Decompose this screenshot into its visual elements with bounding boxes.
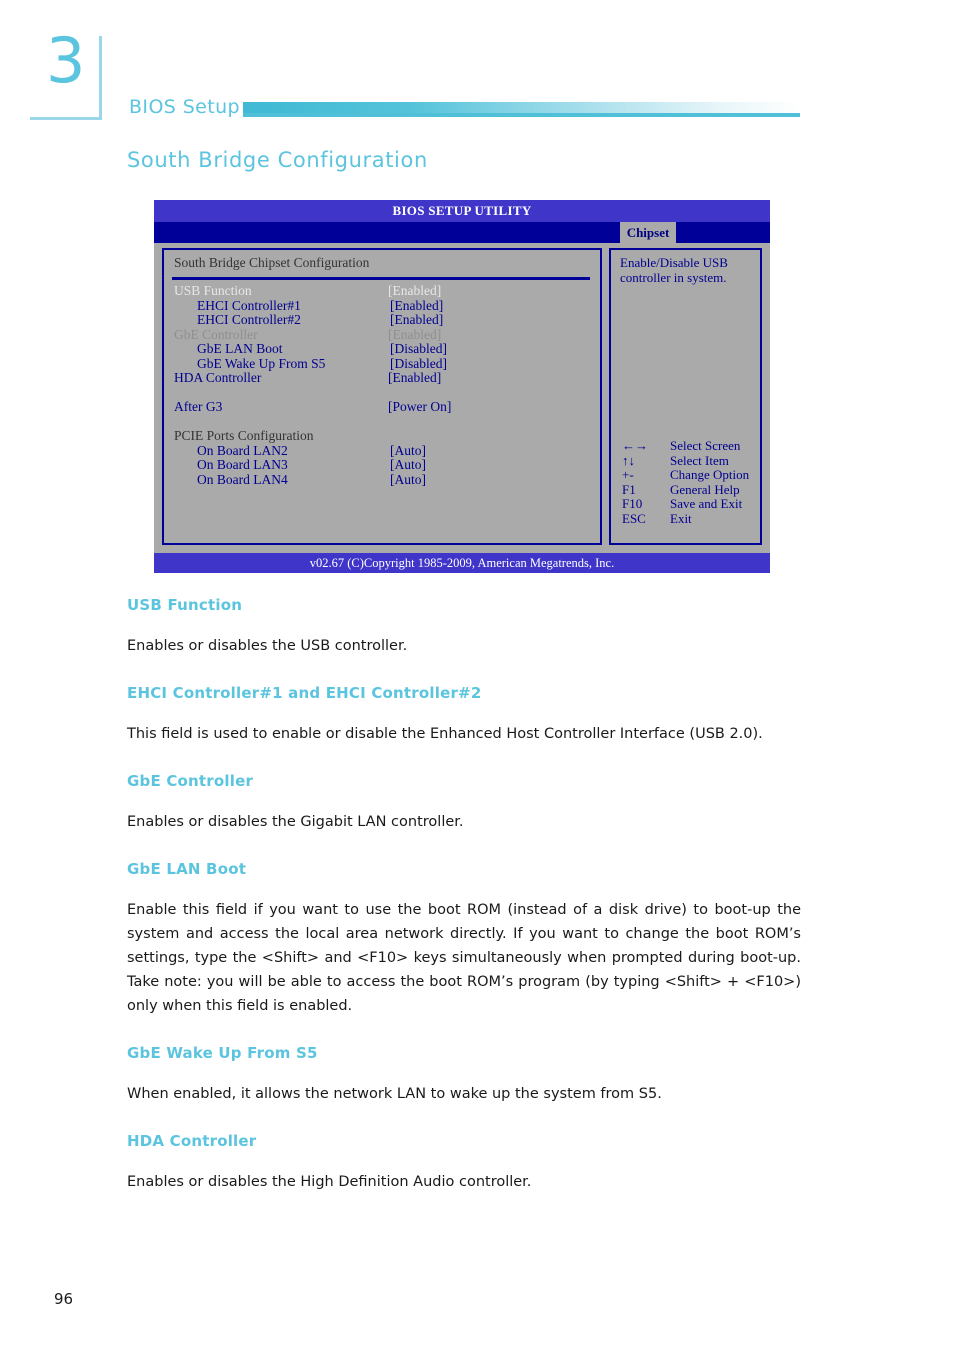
legend-row: +- Change Option [616, 467, 760, 482]
section-heading: HDA Controller [127, 1132, 257, 1150]
page-title: South Bridge Configuration [127, 148, 428, 172]
section-paragraph: Enables or disables the Gigabit LAN cont… [127, 814, 464, 830]
section-paragraph: Enables or disables the USB controller. [127, 638, 408, 654]
settings-panel-divider [172, 277, 590, 280]
bios-setting-label: On Board LAN4 [197, 471, 288, 487]
help-text: Enable/Disable USB controller in system. [620, 255, 728, 285]
section-heading: GbE Wake Up From S5 [127, 1044, 318, 1062]
bios-setup-screenshot: BIOS SETUP UTILITY Chipset South Bridge … [154, 200, 770, 573]
bios-setting-row[interactable]: On Board LAN3 [Auto] [164, 457, 600, 472]
bios-tab-bar: Chipset [154, 222, 770, 243]
section-heading: GbE Controller [127, 772, 254, 790]
section-heading: EHCI Controller#1 and EHCI Controller#2 [127, 684, 482, 702]
bios-footer: v02.67 (C)Copyright 1985-2009, American … [154, 553, 770, 573]
bios-settings-panel: South Bridge Chipset Configuration USB F… [162, 248, 602, 545]
bios-setting-row[interactable]: On Board LAN2 [Auto] [164, 443, 600, 458]
document-content: USB Function Enables or disables the USB … [127, 596, 801, 1220]
section-paragraph: Enable this field if you want to use the… [127, 902, 801, 1014]
bios-setting-value[interactable]: [Auto] [390, 472, 426, 488]
chapter-number: 3 [46, 24, 86, 97]
bios-setting-row[interactable]: EHCI Controller#1 [Enabled] [164, 298, 600, 313]
section-paragraph: When enabled, it allows the network LAN … [127, 1086, 662, 1102]
page-number: 96 [54, 1290, 74, 1308]
settings-panel-heading: South Bridge Chipset Configuration [174, 255, 370, 270]
bios-settings-list: USB Function [Enabled] EHCI Controller#1 [E… [164, 283, 600, 487]
section-paragraph: Enables or disables the High Definition … [127, 1174, 532, 1190]
bios-setting-row[interactable]: GbE Wake Up From S5 [Disabled] [164, 356, 600, 371]
legend-row: ESC Exit [616, 511, 760, 526]
chapter-number-box: 3 [30, 30, 102, 120]
chapter-label: BIOS Setup [129, 96, 240, 118]
legend-key: ESC [622, 510, 646, 526]
header-rule-gradient [243, 102, 800, 113]
bios-setting-row[interactable]: EHCI Controller#2 [Enabled] [164, 312, 600, 327]
bios-setting-row[interactable]: HDA Controller [Enabled] [164, 370, 600, 385]
bios-title-bar: BIOS SETUP UTILITY [154, 200, 770, 222]
header-rule [243, 102, 800, 119]
bios-setting-row[interactable]: PCIE Ports Configuration [164, 428, 600, 443]
bios-setting-row[interactable]: GbE LAN Boot [Disabled] [164, 341, 600, 356]
bios-setting-row[interactable]: GbE Controller [Enabled] [164, 327, 600, 342]
bios-key-legend: ←→ Select Screen ↑↓ Select Item +- Change Opt… [616, 438, 760, 526]
legend-row: ←→ Select Screen [616, 438, 760, 453]
legend-row: ↑↓ Select Item [616, 453, 760, 468]
section-heading: USB Function [127, 596, 243, 614]
header-rule-solid [243, 113, 800, 117]
legend-row: F10 Save and Exit [616, 496, 760, 511]
tab-chipset[interactable]: Chipset [620, 222, 676, 243]
bios-row-spacer [164, 385, 600, 400]
legend-row: F1 General Help [616, 482, 760, 497]
bios-setting-row[interactable]: USB Function [Enabled] [164, 283, 600, 298]
section-paragraph: This field is used to enable or disable … [127, 726, 763, 742]
bios-help-panel: Enable/Disable USB controller in system.… [609, 248, 762, 545]
bios-row-spacer [164, 414, 600, 429]
chapter-header: 3 BIOS Setup [0, 0, 954, 140]
bios-setting-row[interactable]: After G3 [Power On] [164, 399, 600, 414]
section-heading: GbE LAN Boot [127, 860, 247, 878]
bios-setting-row[interactable]: On Board LAN4 [Auto] [164, 472, 600, 487]
bios-body: South Bridge Chipset Configuration USB F… [154, 243, 770, 553]
legend-description: Exit [670, 510, 692, 526]
